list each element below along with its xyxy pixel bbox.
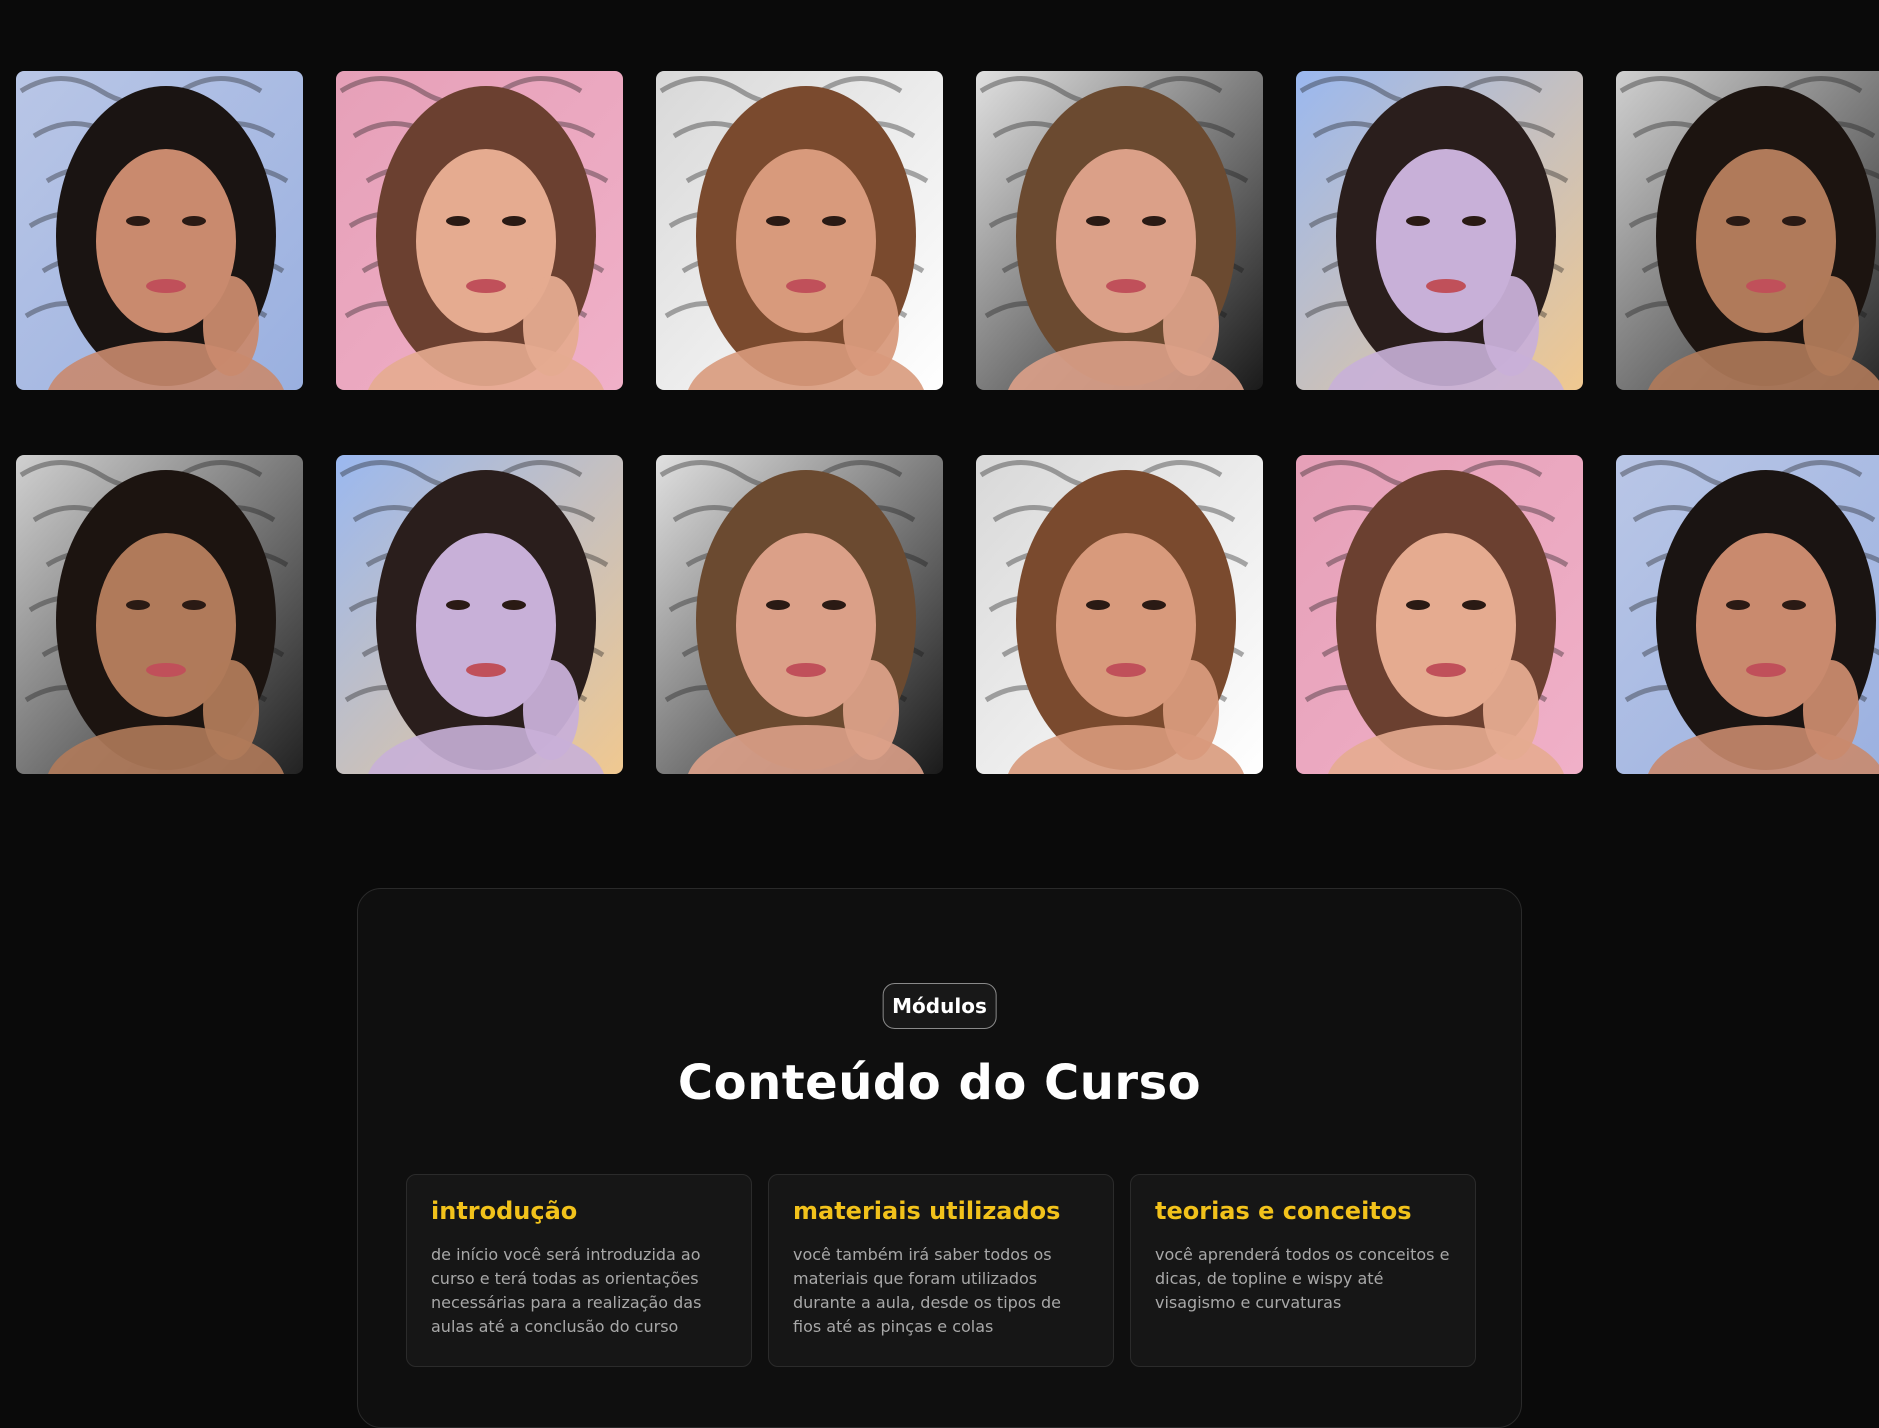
- portrait-image: [16, 71, 303, 390]
- module-description: de início você será introduzida ao curso…: [431, 1245, 702, 1336]
- portrait-8: [336, 455, 623, 774]
- portrait-gallery: [0, 0, 1879, 820]
- course-content-title: Conteúdo do Curso: [677, 1055, 1202, 1111]
- course-modules-section: Módulos Conteúdo do Curso introdução de …: [357, 888, 1522, 1428]
- portrait-12: [1616, 455, 1879, 774]
- portrait-image: [336, 71, 623, 390]
- gallery-row-2: [16, 455, 1879, 774]
- portrait-10: [976, 455, 1263, 774]
- portrait-6: [1616, 71, 1879, 390]
- portrait-1: [16, 71, 303, 390]
- portrait-image: [1296, 71, 1583, 390]
- portrait-image: [1616, 455, 1879, 774]
- portrait-7: [16, 455, 303, 774]
- portrait-image: [656, 71, 943, 390]
- module-title: introdução: [431, 1197, 578, 1225]
- portrait-2: [336, 71, 623, 390]
- portrait-image: [976, 455, 1263, 774]
- portrait-image: [1296, 455, 1583, 774]
- module-card-teorias: teorias e conceitos você aprenderá todos…: [1130, 1174, 1476, 1367]
- portrait-image: [976, 71, 1263, 390]
- portrait-11: [1296, 455, 1583, 774]
- module-description: você aprenderá todos os conceitos e dica…: [1155, 1245, 1450, 1312]
- module-card-introducao: introdução de início você será introduzi…: [406, 1174, 752, 1367]
- modules-badge: Módulos: [882, 983, 997, 1029]
- module-title: teorias e conceitos: [1155, 1197, 1412, 1225]
- module-cards: introdução de início você será introduzi…: [406, 1174, 1476, 1367]
- module-title: materiais utilizados: [793, 1197, 1061, 1225]
- portrait-image: [336, 455, 623, 774]
- portrait-9: [656, 455, 943, 774]
- portrait-4: [976, 71, 1263, 390]
- portrait-image: [1616, 71, 1879, 390]
- portrait-5: [1296, 71, 1583, 390]
- module-card-materiais: materiais utilizados você também irá sab…: [768, 1174, 1114, 1367]
- portrait-image: [16, 455, 303, 774]
- portrait-3: [656, 71, 943, 390]
- gallery-row-1: [16, 71, 1879, 390]
- portrait-image: [656, 455, 943, 774]
- module-description: você também irá saber todos os materiais…: [793, 1245, 1061, 1336]
